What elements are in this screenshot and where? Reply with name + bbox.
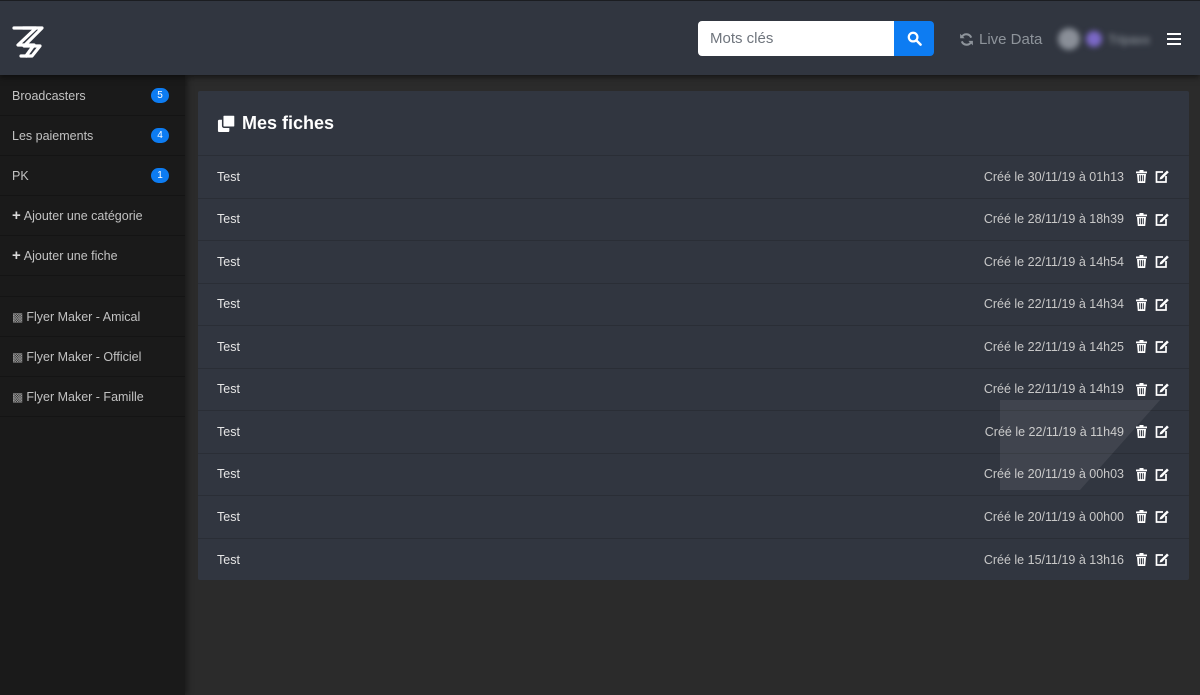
trash-icon[interactable]: [1136, 382, 1147, 396]
edit-icon[interactable]: [1155, 213, 1169, 226]
flyer-famille-wrap: ▩ Flyer Maker - Famille: [12, 390, 144, 404]
live-data-button[interactable]: Live Data: [959, 30, 1042, 48]
row-actions: Créé le 30/11/19 à 01h13: [984, 170, 1169, 184]
sidebar-item-label: Flyer Maker - Officiel: [26, 349, 142, 364]
checker-icon: ▩: [12, 309, 24, 324]
trash-icon[interactable]: [1136, 170, 1147, 184]
table-row[interactable]: Test Créé le 20/11/19 à 00h00: [198, 496, 1189, 539]
refresh-icon: [960, 32, 973, 46]
sidebar-item-label: Flyer Maker - Amical: [26, 309, 141, 324]
add-sheet-wrap: + Ajouter une fiche: [12, 247, 118, 264]
table-row[interactable]: Test Créé le 22/11/19 à 14h34: [198, 284, 1189, 326]
sidebar-item-label: PK: [12, 168, 29, 183]
sheets-panel: Mes fiches Test Créé le 30/11/19 à 01h13 T…: [198, 91, 1189, 580]
sheet-name[interactable]: Test: [217, 553, 240, 567]
sheet-name[interactable]: Test: [217, 425, 240, 439]
flyer-amical-wrap: ▩ Flyer Maker - Amical: [12, 310, 140, 324]
table-row[interactable]: Test Créé le 28/11/19 à 18h39: [198, 199, 1189, 241]
sidebar: Broadcasters 5 Les paiements 4 PK 1 + Ajo…: [0, 75, 185, 695]
row-actions: Créé le 22/11/19 à 14h25: [984, 340, 1169, 354]
search-bar: [698, 21, 934, 56]
sheet-name[interactable]: Test: [217, 212, 240, 226]
search-button[interactable]: [894, 21, 934, 56]
row-actions: Créé le 20/11/19 à 00h00: [984, 510, 1169, 524]
table-row[interactable]: Test Créé le 22/11/19 à 14h54: [198, 241, 1189, 284]
created-date: Créé le 15/11/19 à 13h16: [983, 552, 1124, 567]
edit-icon[interactable]: [1155, 340, 1169, 354]
plus-icon: +: [12, 247, 21, 264]
sheets-list: Test Créé le 30/11/19 à 01h13 Test Créé le …: [198, 156, 1189, 581]
sidebar-item-label: Broadcasters: [12, 88, 86, 103]
created-date: Créé le 20/11/19 à 00h00: [983, 509, 1124, 524]
add-category-wrap: + Ajouter une catégorie: [12, 207, 143, 224]
edit-icon[interactable]: [1155, 553, 1169, 567]
sidebar-item-broadcasters[interactable]: Broadcasters 5: [0, 75, 185, 116]
add-sheet-label: Ajouter une fiche: [23, 249, 118, 263]
table-row[interactable]: Test Créé le 30/11/19 à 01h13: [198, 156, 1189, 199]
created-date: Créé le 30/11/19 à 01h13: [983, 169, 1124, 184]
trash-icon[interactable]: [1136, 340, 1147, 354]
checker-icon: ▩: [12, 389, 24, 404]
sidebar-item-label: Flyer Maker - Famille: [26, 389, 144, 404]
user-name: Tripaxx: [1108, 31, 1151, 47]
sheet-name[interactable]: Test: [217, 340, 240, 354]
checker-icon: ▩: [12, 349, 24, 364]
row-actions: Créé le 15/11/19 à 13h16: [984, 553, 1169, 567]
sidebar-item-paiements[interactable]: Les paiements 4: [0, 116, 185, 156]
search-icon: [907, 31, 922, 46]
sheet-name[interactable]: Test: [217, 255, 240, 269]
sheet-name[interactable]: Test: [217, 510, 240, 524]
edit-icon[interactable]: [1155, 298, 1169, 311]
add-category-label: Ajouter une catégorie: [23, 209, 143, 223]
count-badge: 5: [151, 88, 169, 103]
avatar: [1058, 28, 1080, 50]
plus-icon: +: [12, 207, 21, 224]
hamburger-menu-icon[interactable]: [1167, 33, 1181, 45]
trash-icon[interactable]: [1136, 297, 1147, 311]
count-badge: 1: [151, 168, 169, 183]
sidebar-item-label: Les paiements: [12, 128, 94, 143]
created-date: Créé le 22/11/19 à 14h54: [983, 254, 1124, 269]
watermark-logo-icon: [1000, 400, 1160, 490]
user-status-icon: [1086, 31, 1102, 47]
count-badge: 4: [151, 128, 169, 143]
add-category-link[interactable]: + Ajouter une catégorie: [0, 196, 185, 236]
sidebar-item-flyer-officiel[interactable]: ▩ Flyer Maker - Officiel: [0, 337, 185, 377]
logo-icon[interactable]: [12, 25, 44, 59]
sidebar-divider: [0, 276, 185, 297]
sidebar-item-pk[interactable]: PK 1: [0, 156, 185, 196]
sheet-name[interactable]: Test: [217, 382, 240, 396]
copy-icon: [217, 113, 236, 132]
top-bar: Live Data Tripaxx: [0, 0, 1200, 75]
table-row[interactable]: Test Créé le 15/11/19 à 13h16: [198, 539, 1189, 582]
user-profile[interactable]: Tripaxx: [1058, 28, 1150, 50]
sheet-name[interactable]: Test: [217, 297, 240, 311]
row-actions: Créé le 22/11/19 à 14h34: [984, 297, 1169, 311]
live-data-label: Live Data: [979, 30, 1043, 48]
add-sheet-link[interactable]: + Ajouter une fiche: [0, 236, 185, 276]
search-input[interactable]: [698, 21, 894, 56]
sidebar-item-flyer-amical[interactable]: ▩ Flyer Maker - Amical: [0, 297, 185, 337]
row-actions: Créé le 22/11/19 à 14h54: [984, 255, 1169, 269]
row-actions: Créé le 28/11/19 à 18h39: [984, 212, 1169, 226]
trash-icon[interactable]: [1136, 255, 1147, 269]
created-date: Créé le 22/11/19 à 14h25: [983, 339, 1124, 354]
edit-icon[interactable]: [1155, 170, 1169, 184]
edit-icon[interactable]: [1155, 510, 1169, 524]
sheet-name[interactable]: Test: [217, 170, 240, 184]
table-row[interactable]: Test Créé le 22/11/19 à 14h25: [198, 326, 1189, 369]
flyer-officiel-wrap: ▩ Flyer Maker - Officiel: [12, 350, 141, 364]
edit-icon[interactable]: [1155, 383, 1169, 396]
sheet-name[interactable]: Test: [217, 467, 240, 481]
trash-icon[interactable]: [1136, 510, 1147, 524]
edit-icon[interactable]: [1155, 255, 1169, 269]
panel-header: Mes fiches: [198, 91, 1189, 156]
created-date: Créé le 28/11/19 à 18h39: [983, 212, 1124, 227]
created-date: Créé le 22/11/19 à 14h34: [983, 297, 1124, 312]
trash-icon[interactable]: [1136, 553, 1147, 567]
sidebar-item-flyer-famille[interactable]: ▩ Flyer Maker - Famille: [0, 377, 185, 417]
page-title: Mes fiches: [242, 112, 335, 133]
trash-icon[interactable]: [1136, 212, 1147, 226]
